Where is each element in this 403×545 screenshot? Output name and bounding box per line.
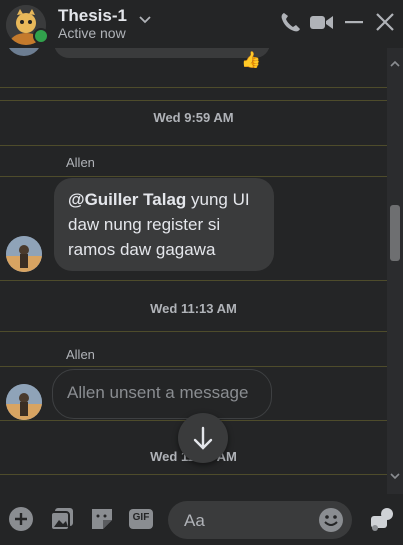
gif-label: GIF [132, 512, 150, 523]
send-reaction-icon[interactable] [367, 504, 395, 537]
timestamp: Wed 9:59 AM [153, 110, 234, 125]
close-icon[interactable] [374, 10, 396, 39]
message-composer: GIF [0, 494, 403, 545]
user-mention[interactable]: @Guiller Talag [68, 190, 186, 209]
message-bubble[interactable]: @Guiller Talag yung UI daw nung register… [54, 178, 274, 271]
unsent-message-bubble: Allen unsent a message [52, 369, 272, 419]
thumbs-up-reaction[interactable]: 👍 [241, 50, 261, 70]
chat-header: Thesis-1 Active now [0, 0, 403, 48]
scrollbar-track[interactable] [387, 48, 403, 494]
scrollbar-thumb[interactable] [390, 205, 400, 261]
sender-avatar[interactable] [6, 236, 42, 272]
sender-name: Allen [66, 347, 95, 362]
divider [0, 176, 387, 177]
divider [0, 145, 387, 146]
divider [0, 474, 387, 475]
arrow-down-icon [193, 426, 213, 450]
message-input-wrapper [168, 501, 352, 541]
gif-icon[interactable]: GIF [128, 506, 154, 537]
chevron-down-icon[interactable] [138, 12, 152, 29]
divider [0, 331, 387, 332]
scroll-to-bottom-button[interactable] [178, 413, 228, 463]
divider [0, 100, 387, 101]
conversation-title[interactable]: Thesis-1 [58, 6, 127, 26]
message-text: ramos daw gagawa [68, 240, 216, 259]
phone-icon[interactable] [279, 10, 301, 39]
divider [0, 87, 387, 88]
previous-message-bubble[interactable] [54, 48, 270, 58]
previous-sender-avatar[interactable] [6, 48, 42, 56]
divider [0, 366, 387, 367]
timestamp: Wed 11:13 AM [150, 301, 237, 316]
divider [0, 280, 387, 281]
message-text: yung UI [186, 190, 250, 209]
scroll-up-arrow-icon[interactable] [387, 56, 403, 72]
sticker-icon[interactable] [89, 506, 115, 537]
active-status: Active now [58, 25, 126, 41]
message-text: daw nung register si [68, 215, 221, 234]
video-call-icon[interactable] [309, 10, 335, 39]
add-icon[interactable] [8, 506, 34, 537]
online-status-dot [33, 28, 49, 44]
emoji-icon[interactable] [318, 507, 344, 533]
message-input[interactable] [182, 501, 316, 541]
minimize-icon[interactable] [343, 10, 365, 39]
sender-name: Allen [66, 155, 95, 170]
photo-icon[interactable] [49, 506, 75, 537]
sender-avatar[interactable] [6, 384, 42, 420]
scroll-down-arrow-icon[interactable] [387, 468, 403, 484]
